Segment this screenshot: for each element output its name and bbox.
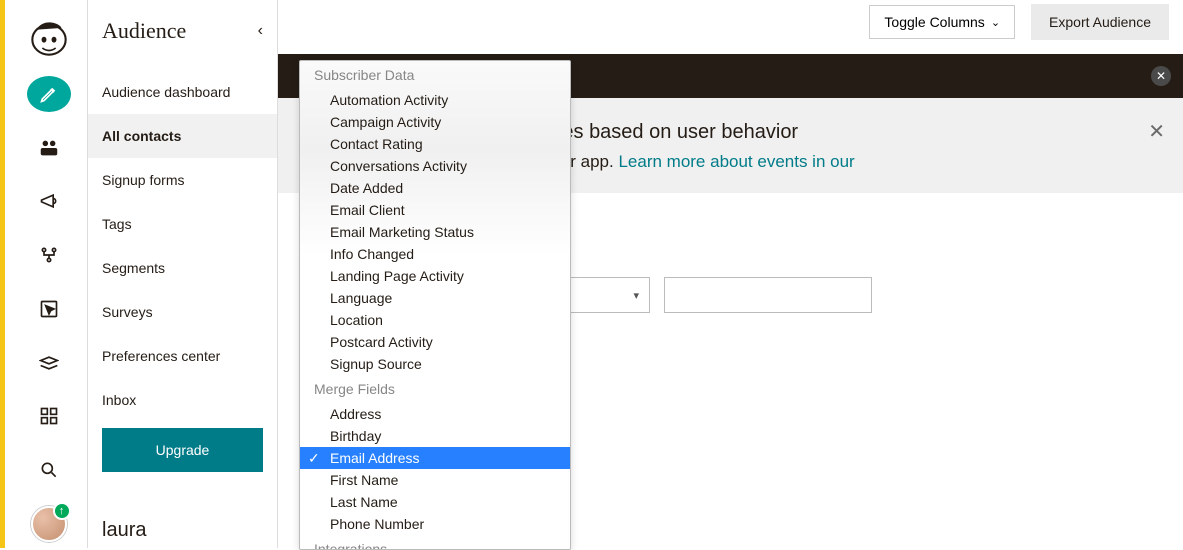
dropdown-item[interactable]: Landing Page Activity [300,265,570,287]
dropdown-item[interactable]: Phone Number [300,513,570,535]
sidebar-item-label: Segments [102,260,165,276]
sidebar-item-inbox[interactable]: Inbox [88,378,277,422]
sidebar-item-surveys[interactable]: Surveys [88,290,277,334]
banner-link[interactable]: Learn more about events in our [618,152,854,171]
dropdown-item[interactable]: Birthday [300,425,570,447]
pencil-icon [38,83,60,105]
dropdown-item[interactable]: Email Address [300,447,570,469]
sidebar-item-signup-forms[interactable]: Signup forms [88,158,277,202]
sidebar-item-label: Inbox [102,392,136,408]
sidebar-item-label: Surveys [102,304,153,320]
sidebar-item-label: Tags [102,216,132,232]
sidebar-item-label: Audience dashboard [102,84,230,100]
sidebar-item-dashboard[interactable]: Audience dashboard [88,70,277,114]
toggle-columns-button[interactable]: Toggle Columns ⌄ [869,5,1015,39]
chevron-down-icon: ⌄ [991,16,1000,29]
dropdown-item[interactable]: Contact Rating [300,133,570,155]
toggle-columns-label: Toggle Columns [884,14,984,30]
dropdown-item[interactable]: Campaign Activity [300,111,570,133]
content-nav-button[interactable] [27,345,71,381]
dropdown-item[interactable]: Signup Source [300,353,570,375]
dropdown-item[interactable]: Location [300,309,570,331]
dropdown-item[interactable]: Postcard Activity [300,331,570,353]
campaigns-nav-button[interactable] [27,184,71,220]
dropdown-item[interactable]: First Name [300,469,570,491]
stack-icon [38,352,60,374]
chevron-left-icon: ‹ [258,22,263,39]
export-label: Export Audience [1049,14,1151,30]
sidebar-item-label: Signup forms [102,172,184,188]
search-icon [38,459,60,481]
website-nav-button[interactable] [27,291,71,327]
topbar: Toggle Columns ⌄ Export Audience [278,0,1183,44]
dropdown-group-label: Merge Fields [300,375,570,403]
close-icon: ✕ [1148,121,1165,143]
close-dark-bar-button[interactable]: ✕ [1151,66,1171,86]
icon-rail: ↑ [10,0,88,548]
upgrade-button[interactable]: Upgrade [102,428,263,472]
megaphone-icon [38,190,60,212]
sidebar-item-preferences-center[interactable]: Preferences center [88,334,277,378]
audience-nav-button[interactable] [27,130,71,166]
dropdown-group-label: Subscriber Data [300,61,570,89]
dropdown-item[interactable]: Conversations Activity [300,155,570,177]
dropdown-item[interactable]: Date Added [300,177,570,199]
people-icon [38,137,60,159]
integrations-nav-button[interactable] [27,399,71,435]
dropdown-item[interactable]: Last Name [300,491,570,513]
close-icon: ✕ [1156,69,1166,83]
avatar[interactable]: ↑ [31,506,67,542]
dropdown-item[interactable]: Language [300,287,570,309]
field-dropdown[interactable]: Subscriber DataAutomation ActivityCampai… [299,60,571,550]
search-nav-button[interactable] [27,452,71,488]
sidebar-item-label: All contacts [102,128,181,144]
sidebar-item-segments[interactable]: Segments [88,246,277,290]
close-banner-button[interactable]: ✕ [1148,116,1165,148]
grid-icon [38,405,60,427]
dropdown-item[interactable]: Automation Activity [300,89,570,111]
export-audience-button[interactable]: Export Audience [1031,4,1169,40]
mailchimp-logo[interactable] [27,18,71,58]
page-title: Audience [102,18,186,44]
automations-nav-button[interactable] [27,237,71,273]
create-button[interactable] [27,76,71,112]
side-panel: Audience ‹ Audience dashboard All contac… [88,0,278,548]
dropdown-item[interactable]: Email Client [300,199,570,221]
collapse-button[interactable]: ‹ [258,22,263,40]
route-icon [38,244,60,266]
arrow-up-icon: ↑ [53,502,71,520]
chevron-down-icon: ▾ [633,289,639,302]
username-display: laura [102,519,146,542]
sidebar-item-label: Preferences center [102,348,220,364]
banner-link-text: Learn more about events in our [618,152,854,171]
value-input[interactable] [664,277,872,313]
sidebar-item-all-contacts[interactable]: All contacts [88,114,277,158]
cursor-window-icon [38,298,60,320]
upgrade-label: Upgrade [156,442,210,458]
dropdown-item[interactable]: Address [300,403,570,425]
dropdown-item[interactable]: Info Changed [300,243,570,265]
sidebar-item-tags[interactable]: Tags [88,202,277,246]
dropdown-item[interactable]: Email Marketing Status [300,221,570,243]
